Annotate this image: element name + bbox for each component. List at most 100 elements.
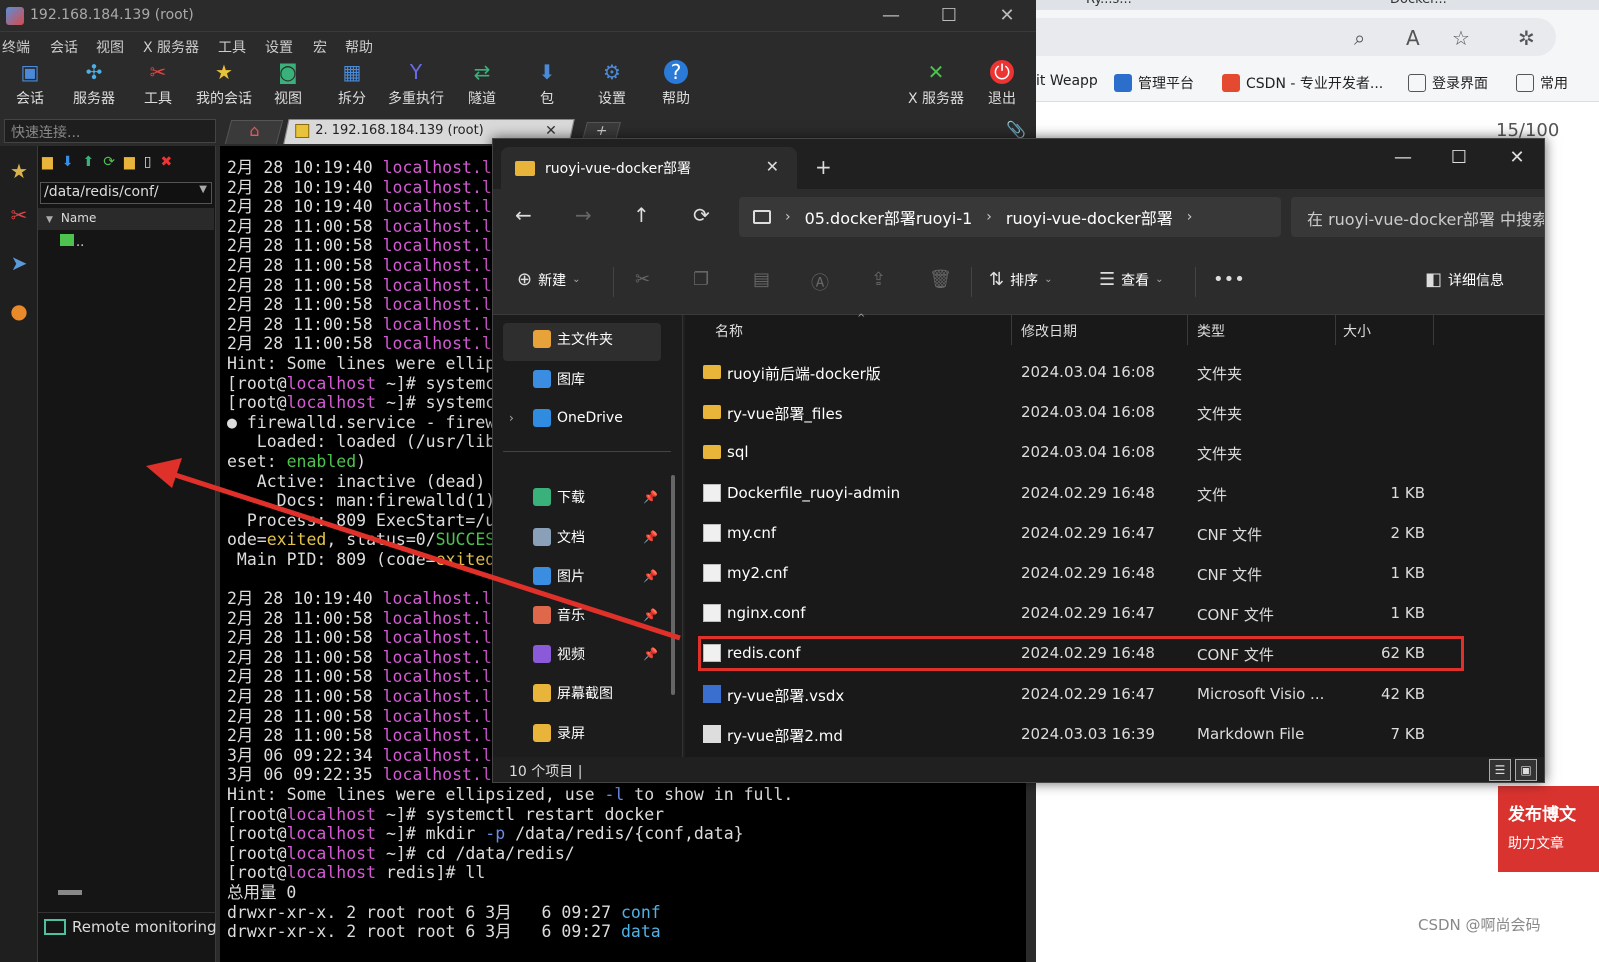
paperclip-icon[interactable]: 📎 <box>1006 120 1026 139</box>
nav-item[interactable]: 音乐 📌 <box>533 605 658 625</box>
toolbar-button[interactable]: ✕ X 服务器 <box>906 60 966 108</box>
breadcrumb-item[interactable]: 05.docker部署ruoyi-1 <box>805 205 973 229</box>
menu-item[interactable]: 会话 <box>50 37 78 57</box>
favorite-star-icon[interactable]: ☆ <box>1452 26 1470 50</box>
file-row[interactable]: sql 2024.03.04 16:08 文件夹 <box>699 433 1509 473</box>
nav-item[interactable]: 录屏 <box>533 723 585 743</box>
bookmark-item[interactable]: it Weapp <box>1036 73 1098 89</box>
toolbar-button[interactable]: ⏻ 退出 <box>972 60 1032 108</box>
column-header[interactable]: 类型 <box>1197 321 1225 341</box>
bookmark-item[interactable]: 常用 <box>1516 73 1568 93</box>
bookmark-item[interactable]: 登录界面 <box>1408 73 1488 93</box>
new-tab-icon[interactable]: + <box>815 155 832 179</box>
file-row[interactable]: ruoyi前后端-docker版 2024.03.04 16:08 文件夹 <box>699 353 1509 393</box>
search-icon[interactable]: ⌕ <box>1354 26 1365 50</box>
toolbar-button[interactable]: ✂ 工具 <box>128 60 188 108</box>
forward-arrow-icon[interactable]: → <box>575 203 592 227</box>
menu-item[interactable]: 工具 <box>218 37 246 57</box>
menu-item[interactable]: 终端 <box>2 37 30 57</box>
refresh-icon[interactable]: ⟳ <box>103 154 115 170</box>
cut-button[interactable]: ✂ <box>635 269 650 290</box>
browser-tab[interactable]: Ry...s... <box>1086 0 1132 8</box>
menu-item[interactable]: X 服务器 <box>143 37 199 57</box>
maximize-icon[interactable]: ☐ <box>934 4 964 28</box>
sftp-scrollbar[interactable] <box>58 890 82 895</box>
toolbar-button[interactable]: ◙ 视图 <box>258 60 318 108</box>
nav-item[interactable]: 文档 📌 <box>533 527 658 547</box>
menu-item[interactable]: 帮助 <box>345 37 373 57</box>
menu-item[interactable]: 设置 <box>265 37 293 57</box>
up-arrow-icon[interactable]: ↑ <box>633 203 650 227</box>
bookmark-item[interactable]: 管理平台 <box>1114 73 1194 93</box>
delete-button[interactable]: 🗑 <box>929 269 952 290</box>
back-arrow-icon[interactable]: ← <box>515 203 532 227</box>
toolbar-button[interactable]: ✣ 服务器 <box>64 60 124 108</box>
file-row[interactable]: ry-vue部署.vsdx 2024.02.29 16:47 Microsoft V… <box>699 675 1509 715</box>
breadcrumb-item[interactable]: ruoyi-vue-docker部署 <box>1006 205 1173 229</box>
address-field[interactable] <box>1036 18 1556 56</box>
toolbar-button[interactable]: ▦ 拆分 <box>322 60 382 108</box>
copy-button[interactable]: ❐ <box>693 269 709 290</box>
details-pane-button[interactable]: ◧ 详细信息 <box>1425 269 1504 290</box>
close-icon[interactable]: ✕ <box>1497 147 1537 168</box>
folder-up-icon[interactable]: ▆ <box>42 154 53 170</box>
file-row[interactable]: my2.cnf 2024.02.29 16:48 CNF 文件 1 KB <box>699 554 1509 594</box>
maximize-icon[interactable]: ☐ <box>1439 147 1479 168</box>
file-row[interactable]: ry-vue部署2.md 2024.03.03 16:39 Markdown Fil… <box>699 715 1509 755</box>
close-tab-icon[interactable]: ✕ <box>545 123 557 139</box>
column-header[interactable]: 修改日期 <box>1021 321 1077 341</box>
browser-tab[interactable]: Docker... <box>1390 0 1447 8</box>
upload-icon[interactable]: ⬆ <box>83 154 95 170</box>
column-header[interactable]: 大小 <box>1343 321 1371 341</box>
sftp-parent-row[interactable]: .. <box>60 234 84 250</box>
view-button[interactable]: ☰ 查看 ⌄ <box>1099 269 1164 290</box>
menu-item[interactable]: 宏 <box>313 37 327 57</box>
toolbar-button[interactable]: ▣ 会话 <box>0 60 60 108</box>
extensions-icon[interactable]: ✲ <box>1518 26 1535 50</box>
nav-item[interactable]: 图库 <box>533 369 585 389</box>
nav-item[interactable]: OneDrive <box>533 409 623 427</box>
chevron-down-icon[interactable]: ▼ <box>199 184 207 195</box>
column-header[interactable]: 名称 <box>715 321 743 341</box>
sftp-path-field[interactable]: /data/redis/conf/ ▼ <box>40 182 212 204</box>
rename-button[interactable]: Ⓐ <box>811 269 829 295</box>
explorer-tab[interactable]: ruoyi-vue-docker部署 ✕ <box>501 147 797 189</box>
new-folder-icon[interactable]: ▆ <box>124 154 135 170</box>
tiles-view-icon[interactable]: ▣ <box>1515 759 1537 781</box>
file-row[interactable]: Dockerfile_ruoyi-admin 2024.02.29 16:48 文件… <box>699 474 1509 514</box>
nav-item[interactable]: 屏幕截图 <box>533 683 613 703</box>
delete-icon[interactable]: ✖ <box>160 154 172 170</box>
sftp-icon[interactable]: ● <box>4 292 34 330</box>
toolbar-button[interactable]: ⚙ 设置 <box>582 60 642 108</box>
tools-icon[interactable]: ✂ <box>4 196 34 234</box>
remote-monitoring-bar[interactable]: Remote monitoring <box>38 912 217 962</box>
close-icon[interactable]: ✕ <box>992 4 1022 28</box>
new-file-icon[interactable]: ▯ <box>144 154 152 170</box>
nav-scrollbar[interactable] <box>671 475 675 695</box>
minimize-icon[interactable]: — <box>876 4 906 28</box>
send-icon[interactable]: ➤ <box>4 244 34 282</box>
refresh-icon[interactable]: ⟳ <box>693 203 710 227</box>
publish-blog-button[interactable]: 发布博文 助力文章 <box>1498 786 1599 872</box>
toolbar-button[interactable]: ⬇ 包 <box>517 60 577 108</box>
more-options-button[interactable]: ••• <box>1213 269 1245 290</box>
quick-connect-input[interactable]: 快速连接... <box>4 119 216 143</box>
sort-button[interactable]: ⇅ 排序 ⌄ <box>989 269 1052 290</box>
star-icon[interactable]: ★ <box>4 152 34 190</box>
nav-item[interactable]: 视频 📌 <box>533 644 658 664</box>
expand-chevron-icon[interactable]: › <box>509 411 514 425</box>
minimize-icon[interactable]: — <box>1383 147 1423 168</box>
breadcrumb[interactable]: › 05.docker部署ruoyi-1 › ruoyi-vue-docker部… <box>739 197 1281 237</box>
details-view-icon[interactable]: ☰ <box>1489 759 1511 781</box>
search-input[interactable]: 在 ruoyi-vue-docker部署 中搜索 <box>1291 197 1544 237</box>
download-icon[interactable]: ⬇ <box>62 154 74 170</box>
file-row[interactable]: my.cnf 2024.02.29 16:47 CNF 文件 2 KB <box>699 514 1509 554</box>
file-row[interactable]: nginx.conf 2024.02.29 16:47 CONF 文件 1 KB <box>699 594 1509 634</box>
toolbar-button[interactable]: Y 多重执行 <box>386 60 446 108</box>
share-button[interactable]: ⇪ <box>871 269 886 290</box>
bookmark-item[interactable]: CSDN - 专业开发者... <box>1222 73 1383 93</box>
nav-item[interactable]: 图片 📌 <box>533 566 658 586</box>
new-button[interactable]: ⊕ 新建 ⌄ <box>517 269 580 290</box>
home-tab[interactable]: ⌂ <box>224 120 284 144</box>
read-aloud-icon[interactable]: A <box>1406 26 1420 50</box>
